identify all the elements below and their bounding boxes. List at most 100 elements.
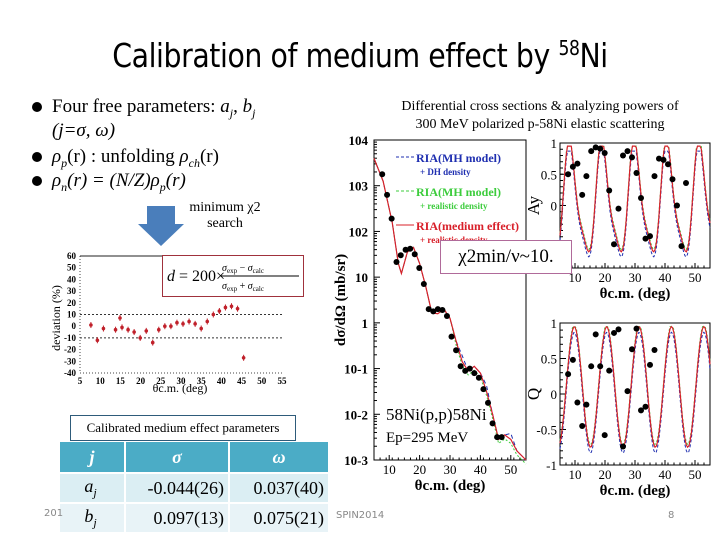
y-tick-label: 50 [67, 263, 77, 273]
data-point [669, 176, 676, 183]
data-point [163, 324, 167, 328]
data-point [615, 205, 622, 212]
x-tick-label: 30 [444, 462, 457, 477]
formula-graphic: d = 200× σexp − σcalc σexp + σcalc [167, 263, 299, 293]
param-b: b [242, 96, 253, 117]
legend-label: RIA(MH model) [416, 151, 501, 165]
data-point [620, 152, 626, 159]
data-point [606, 187, 613, 194]
svg-text:d = 200×: d = 200× [167, 268, 225, 285]
y-tick-label: 0 [551, 199, 558, 214]
x-axis-label: θc.m. (deg) [600, 483, 671, 499]
y-tick-label: 10 [355, 270, 368, 285]
x-axis-label: θc.m. (deg) [153, 381, 208, 395]
data-point [597, 145, 604, 152]
x-axis-label: θc.m. (deg) [415, 478, 486, 494]
data-point [588, 363, 595, 370]
reaction-label: 58Ni(p,p)58Ni [386, 405, 487, 424]
table-row: bj 0.097(13) 0.075(21) [60, 504, 328, 532]
data-point [95, 338, 100, 343]
table-header: j σ ω [60, 442, 328, 472]
slide: { "slide": { "title_main": "Calibration … [0, 0, 720, 540]
y-axis-label: deviation (%) [49, 285, 63, 351]
y-tick-label: -0.5 [536, 423, 557, 438]
rho-symbol: ρ [179, 146, 189, 167]
cell-omega: 0.037(40) [230, 474, 328, 502]
param-a: a [220, 96, 230, 117]
y-tick-label: 103 [349, 179, 369, 194]
data-point [629, 154, 635, 161]
data-point [674, 202, 680, 209]
bullet-text: Four free parameters: [52, 96, 221, 117]
y-tick-label: 1 [362, 316, 369, 331]
x-tick-label: 20 [413, 462, 426, 477]
data-point [651, 346, 658, 353]
cell-omega: 0.075(21) [230, 504, 328, 532]
row-label: bj [60, 504, 124, 532]
title-superscript: 58 [558, 36, 580, 60]
deviation-points [89, 303, 246, 361]
cell-sigma: 0.097(13) [126, 504, 228, 532]
y-tick-label: 1 [551, 316, 558, 331]
data-point [420, 281, 427, 287]
data-point [187, 319, 191, 324]
svg-text:σexp + σcalc: σexp + σcalc [222, 281, 264, 293]
title-text: Calibration of medium effect by [112, 36, 559, 75]
data-point [678, 243, 685, 250]
bullet-text: (r) [165, 170, 186, 191]
calibration-label: Calibrated medium effect parameters [70, 415, 296, 441]
x-tick-label: 10 [96, 376, 106, 386]
data-point [642, 403, 649, 410]
data-point [217, 309, 222, 313]
table-row: aj -0.044(26) 0.037(40) [60, 474, 328, 502]
data-point [175, 320, 179, 325]
data-point [388, 215, 395, 222]
data-point [181, 322, 185, 326]
legend-sublabel: + DH density [420, 167, 471, 177]
data-point [199, 326, 203, 331]
data-point [144, 329, 149, 333]
data-point [683, 180, 689, 186]
title-line: Differential cross sections & analyzing … [401, 99, 679, 114]
x-tick-label: 5 [78, 376, 83, 386]
data-point [471, 370, 478, 377]
bullet-rho-n: ρn(r) = (N/Z)ρp(r) [32, 170, 186, 198]
svg-text:σexp − σcalc: σexp − σcalc [222, 263, 264, 275]
rho-symbol: ρ [150, 170, 160, 191]
y-tick-label: 104 [349, 133, 369, 148]
x-tick-label: 20 [136, 376, 146, 386]
label-line: search [207, 216, 243, 231]
x-tick-label: 50 [689, 467, 702, 482]
header-j: j [60, 442, 124, 472]
data-point [393, 259, 400, 266]
data-point [101, 326, 106, 331]
data-point [579, 422, 586, 429]
data-point [480, 386, 487, 393]
data-point [229, 304, 234, 309]
data-point [647, 233, 653, 240]
data-point [407, 245, 414, 252]
data-point [601, 150, 608, 156]
cross-section-chart: 10 20 30 40 50θc.m. (deg)10410310210110-110-… [333, 133, 527, 494]
data-point [574, 399, 581, 406]
y-tick-label: 0.5 [541, 352, 557, 367]
sub-j: j [229, 105, 234, 120]
rho-symbol: ρ [52, 146, 62, 167]
y-tick-label: 60 [67, 251, 77, 261]
x-tick-label: 20 [599, 467, 612, 482]
data-point [193, 322, 197, 326]
data-point [579, 191, 586, 198]
x-tick-label: 40 [217, 376, 227, 386]
x-tick-label: 10 [569, 467, 582, 482]
data-point [138, 336, 142, 340]
data-point [156, 327, 161, 332]
data-point [466, 365, 473, 372]
y-tick-label: 30 [67, 286, 77, 296]
x-tick-label: 55 [278, 376, 288, 386]
header-sigma: σ [126, 442, 228, 472]
x-tick-label: 40 [659, 270, 672, 285]
data-point [638, 195, 644, 201]
data-point [647, 361, 653, 368]
data-point [615, 326, 622, 333]
chi2-box: χ2min/ν~10. [440, 240, 572, 274]
